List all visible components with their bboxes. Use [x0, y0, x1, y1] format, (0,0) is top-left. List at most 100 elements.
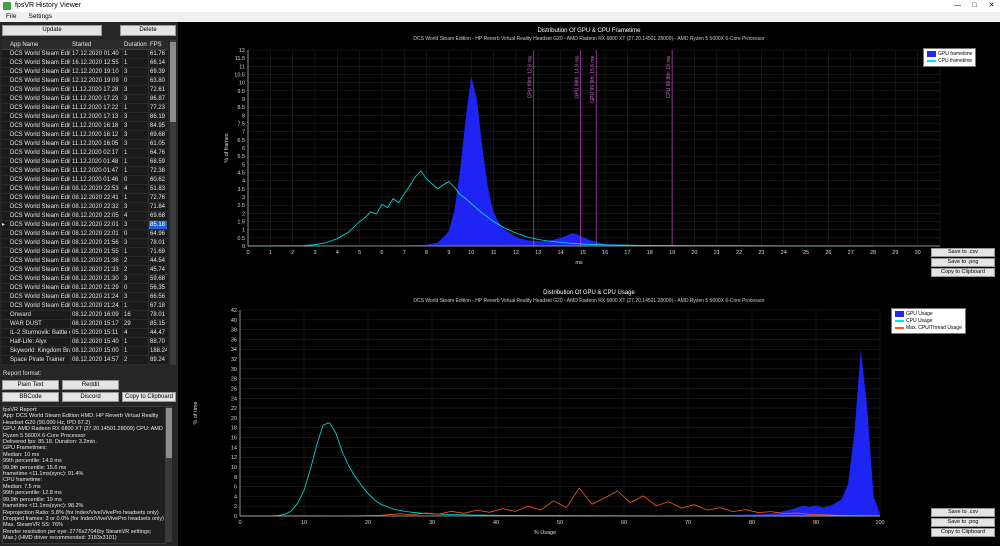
close-button[interactable]: ✕ [983, 0, 1000, 12]
table-row[interactable]: DCS World Steam Edition08.12.2020 21:563… [2, 239, 168, 248]
table-row[interactable]: DCS World Steam Edition11.12.2020 16:123… [2, 131, 168, 140]
table-row[interactable]: DCS World Steam Edition08.12.2020 21:303… [2, 275, 168, 284]
save-png-button[interactable]: Save to .png [931, 258, 995, 267]
svg-text:22: 22 [736, 250, 742, 256]
svg-text:20: 20 [691, 250, 697, 256]
table-row[interactable]: DCS World Steam Edition11.12.2020 01:471… [2, 167, 168, 176]
legend-swatch [895, 311, 904, 317]
svg-text:10: 10 [468, 250, 474, 256]
table-row[interactable]: DCS World Steam Edition11.12.2020 16:183… [2, 122, 168, 131]
svg-text:38: 38 [231, 328, 237, 334]
table-row[interactable]: DCS World Steam Edition08.12.2020 22:323… [2, 203, 168, 212]
row-selection-marker [2, 257, 9, 265]
svg-text:22: 22 [231, 406, 237, 412]
row-selection-marker [2, 275, 9, 283]
svg-text:30: 30 [915, 250, 921, 256]
column-header-duration[interactable]: Duration [123, 40, 149, 49]
svg-text:12: 12 [239, 48, 245, 54]
legend-entry: GPU frametime [927, 51, 972, 57]
table-row[interactable]: DCS World Steam Edition11.12.2020 17:283… [2, 86, 168, 95]
table-scrollbar-thumb[interactable] [170, 42, 176, 122]
svg-text:8: 8 [234, 475, 237, 481]
minimize-button[interactable]: — [949, 0, 966, 12]
table-row[interactable]: DCS World Steam Edition08.12.2020 21:243… [2, 293, 168, 302]
charts-area: Distribution Of GPU & CPU Frametime DCS … [178, 22, 1000, 546]
menu-file[interactable]: File [0, 12, 22, 22]
table-row[interactable]: DCS World Steam Edition08.12.2020 21:332… [2, 266, 168, 275]
svg-text:0: 0 [242, 244, 245, 250]
reddit-button[interactable]: Reddit [62, 380, 119, 390]
table-row[interactable]: DCS World Steam Edition08.12.2020 21:362… [2, 257, 168, 266]
table-row[interactable]: DCS World Steam Edition17.12.2020 01:401… [2, 50, 168, 59]
legend-entry: Max. CPU/Thread Usage [895, 325, 962, 331]
save-csv-button[interactable]: Save to .csv [931, 248, 995, 257]
svg-text:26: 26 [231, 386, 237, 392]
table-row[interactable]: WAR DUST 08.12.2020 15:17 29 85.15 [2, 320, 168, 329]
row-selection-marker [2, 212, 9, 220]
column-header-started[interactable]: Started [71, 40, 123, 49]
svg-text:36: 36 [231, 337, 237, 343]
table-row[interactable]: DCS World Steam Edition08.12.2020 22:411… [2, 194, 168, 203]
usage-chart-plot: 0 10 20 30 40 50 60 70 80 90 100024681012141618202… [231, 308, 885, 526]
table-row[interactable]: DCS World Steam Edition11.12.2020 02:171… [2, 149, 168, 158]
bbcode-button[interactable]: BBCode [2, 392, 59, 402]
discord-button[interactable]: Discord [62, 392, 119, 402]
column-header-app-name[interactable]: App Name [9, 40, 71, 49]
table-row[interactable]: DCS World Steam Edition16.12.2020 12:551… [2, 59, 168, 68]
svg-text:17: 17 [624, 250, 630, 256]
plain-text-button[interactable]: Plain Text [2, 380, 59, 390]
update-button[interactable]: Update [2, 25, 102, 36]
usage-chart-legend: GPU Usage CPU Usage Max. CPU/Thread Usage [891, 308, 966, 334]
table-row[interactable]: DCS World Steam Edition11.12.2020 01:460… [2, 176, 168, 185]
report-text[interactable]: fpsVR Report: App: DCS World Steam Editi… [2, 406, 166, 544]
table-row[interactable]: DCS World Steam Edition08.12.2020 22:010… [2, 230, 168, 239]
table-row[interactable]: ▸DCS World Steam Edition08.12.2020 22:01… [2, 221, 168, 230]
row-selection-marker [2, 248, 9, 256]
table-row[interactable]: DCS World Steam Edition08.12.2020 21:290… [2, 284, 168, 293]
row-selection-marker [2, 167, 9, 175]
table-row[interactable]: DCS World Steam Edition12.12.2020 19:103… [2, 68, 168, 77]
table-row[interactable]: IL-2 Sturmovik: Battle of Sta...05.12.20… [2, 329, 168, 338]
svg-text:6: 6 [242, 146, 245, 152]
table-scrollbar[interactable] [170, 40, 176, 365]
svg-text:26: 26 [825, 250, 831, 256]
table-row[interactable]: DCS World Steam Edition08.12.2020 21:551… [2, 248, 168, 257]
table-row[interactable]: DCS World Steam Edition11.12.2020 17:221… [2, 104, 168, 113]
column-header-fps[interactable]: FPS [149, 40, 167, 49]
app-icon [3, 2, 11, 10]
table-row[interactable]: Onward 08.12.2020 16:09 16 78.01 [2, 311, 168, 320]
delete-button[interactable]: Delete [120, 25, 176, 36]
svg-text:9.5: 9.5 [237, 89, 245, 95]
report-scrollbar-thumb[interactable] [166, 408, 172, 458]
save-csv-button[interactable]: Save to .csv [931, 508, 995, 517]
table-row[interactable]: DCS World Steam Edition11.12.2020 17:133… [2, 113, 168, 122]
svg-text:9: 9 [447, 250, 450, 256]
svg-text:7: 7 [242, 130, 245, 136]
maximize-button[interactable]: □ [966, 0, 983, 12]
table-row[interactable]: Space Pirate Trainer 08.12.2020 14:57 2 89.… [2, 356, 168, 365]
svg-text:40: 40 [231, 318, 237, 324]
svg-text:2: 2 [242, 211, 245, 217]
copy-to-clipboard-button[interactable]: Copy to Clipboard [122, 392, 176, 402]
table-row[interactable]: DCS World Steam Edition11.12.2020 16:053… [2, 140, 168, 149]
table-row[interactable]: DCS World Steam Edition08.12.2020 22:054… [2, 212, 168, 221]
table-row[interactable]: DCS World Steam Edition08.12.2020 22:534… [2, 185, 168, 194]
table-row[interactable]: DCS World Steam Edition12.12.2020 19:090… [2, 77, 168, 86]
svg-text:0: 0 [246, 250, 249, 256]
copy-chart-clipboard-button[interactable]: Copy to Clipboard [931, 268, 995, 277]
menu-settings[interactable]: Settings [22, 12, 58, 22]
row-selection-marker [2, 185, 9, 193]
table-row[interactable]: DCS World Steam Edition11.12.2020 17:233… [2, 95, 168, 104]
table-row[interactable]: DCS World Steam Edition11.12.2020 01:481… [2, 158, 168, 167]
report-scrollbar[interactable] [166, 406, 172, 542]
legend-swatch [895, 320, 904, 322]
usage-x-axis-label: % Usage [533, 530, 557, 536]
history-panel: Update Delete App Name Started Duration … [0, 22, 178, 546]
table-row[interactable]: Skyworld: Kingdom Brawl08.12.2020 15:001… [2, 347, 168, 356]
svg-text:8: 8 [425, 250, 428, 256]
row-selection-marker [2, 59, 9, 67]
table-row[interactable]: DCS World Steam Edition08.12.2020 21:241… [2, 302, 168, 311]
copy-chart-clipboard-button[interactable]: Copy to Clipboard [931, 528, 995, 537]
table-row[interactable]: Half-Life: Alyx 08.12.2020 15:40 1 88.70 [2, 338, 168, 347]
save-png-button[interactable]: Save to .png [931, 518, 995, 527]
